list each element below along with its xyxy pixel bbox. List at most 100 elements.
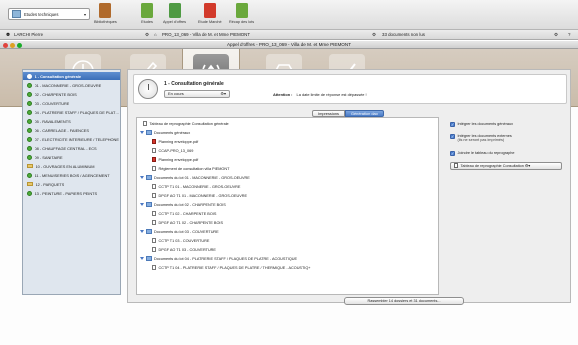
- sidebar-item-lot-12[interactable]: 12 - PARQUETS: [23, 180, 120, 188]
- document-icon: [152, 238, 156, 244]
- checkbox-checked-icon[interactable]: ✓: [450, 151, 455, 156]
- folder-icon: [146, 130, 152, 135]
- tree-row[interactable]: Règlement de consultation villa PIEMONT: [152, 165, 229, 172]
- documents-unread[interactable]: 33 documents non lus: [382, 32, 425, 37]
- status-dot-icon: [27, 82, 32, 88]
- sidebar-item-lot-10[interactable]: 10 - OUVRAGES EN ALUMINIUM: [23, 162, 120, 170]
- folder-icon: [146, 256, 152, 261]
- settings-icon[interactable]: ⚙: [372, 32, 376, 38]
- disclosure-triangle-icon[interactable]: [140, 230, 144, 234]
- option-joindre-tableau[interactable]: ✓ Joindre le tableau du reprographe: [450, 151, 515, 156]
- summary-icon: [235, 3, 248, 18]
- status-value: En cours: [168, 91, 184, 96]
- option-integrer-externes[interactable]: ✓ Intégrer les documents externes (ils n…: [450, 134, 512, 142]
- launcher-etudes[interactable]: Etudes: [141, 3, 153, 24]
- sidebar-item-lot-04[interactable]: 04 - PLATRERIE STAFF / PLAQUES DE PLATRE: [23, 108, 120, 116]
- disclosure-triangle-icon[interactable]: [140, 131, 144, 135]
- gear-icon[interactable]: ⚙: [554, 32, 558, 38]
- user-name[interactable]: LARCHI Pierre: [14, 32, 43, 37]
- documents-tree: Tableau de reprographie Consultation gén…: [136, 117, 439, 295]
- status-select[interactable]: En cours ⚙▾: [164, 90, 230, 98]
- tree-row[interactable]: Tableau de reprographie Consultation gén…: [143, 120, 229, 127]
- disclosure-triangle-icon[interactable]: [140, 176, 144, 180]
- option-label: Intégrer les documents généraux: [457, 122, 514, 126]
- status-dot-icon: [27, 100, 32, 106]
- sidebar-item-lot-07[interactable]: 07 - ELECTRICITE INTERIEURE / TELEPHONE: [23, 135, 120, 143]
- attention-label: Attention :: [273, 92, 293, 97]
- disclosure-triangle-icon[interactable]: [140, 203, 144, 207]
- folder-icon: [27, 181, 33, 187]
- tree-row[interactable]: CCTP T1 03 - COUVERTURE: [152, 237, 209, 244]
- status-dot-icon: [27, 73, 32, 79]
- sidebar-item-label: 13 - PEINTURE - PAPIERS PEINTS: [34, 190, 98, 196]
- launcher-recap-lots[interactable]: Récap des lots: [229, 3, 254, 24]
- sidebar-item-label: 04 - PLATRERIE STAFF / PLAQUES DE PLATRE: [34, 109, 121, 115]
- rassembler-button[interactable]: Rassembler 14 dossiers et 31 documents..…: [344, 297, 464, 305]
- lots-sidebar: 1 - Consultation générale 01 - MACONNERI…: [22, 69, 121, 295]
- sidebar-item-lot-02[interactable]: 02 - CHARPENTE BOIS: [23, 90, 120, 98]
- sidebar-item-lot-09[interactable]: 09 - SANITAIRE: [23, 153, 120, 161]
- project-name[interactable]: PRO_13_069 - Villa de M. et Mme PIEMONT: [162, 32, 250, 37]
- sidebar-item-lot-05[interactable]: 05 - RAVALEMENTS: [23, 117, 120, 125]
- document-icon: [454, 163, 458, 168]
- launcher-label: Appel d'offres: [163, 20, 187, 24]
- segment-impressions[interactable]: Impressions: [312, 110, 345, 117]
- screen: Etudes techniques ▾ Bibliothèques Etudes…: [0, 0, 578, 345]
- tableau-reprographie-select[interactable]: Tableau de reprographie Consultation ⚙▾: [450, 162, 562, 170]
- gear-icon[interactable]: ⚙: [145, 32, 149, 38]
- sidebar-item-lot-13[interactable]: 13 - PEINTURE - PAPIERS PEINTS: [23, 189, 120, 197]
- tree-row[interactable]: DPGF AO T1 03 - COUVERTURE: [152, 246, 216, 253]
- launcher-appel-offres[interactable]: Appel d'offres: [163, 3, 186, 24]
- disclosure-triangle-icon[interactable]: [140, 257, 144, 261]
- tree-row[interactable]: Documents du lot 04 - PLATRERIE STAFF / …: [140, 255, 297, 262]
- sidebar-item-lot-03[interactable]: 03 - COUVERTURE: [23, 99, 120, 107]
- folder-icon: [146, 175, 152, 180]
- tree-row[interactable]: Documents généraux: [140, 129, 190, 136]
- chevron-down-icon: ⚙▾: [524, 164, 531, 168]
- tree-row[interactable]: Documents du lot 03 - COUVERTURE: [140, 228, 219, 235]
- tree-row[interactable]: DPGF AO T1 01 - MACONNERIE - GROS-OEUVRE: [152, 192, 247, 199]
- tree-row[interactable]: Planning enveloppe.pdf: [152, 156, 198, 163]
- megaphone-icon: [168, 3, 181, 18]
- studies-selector[interactable]: Etudes techniques ▾: [8, 8, 90, 20]
- segment-generation-dao[interactable]: Génération dao: [344, 110, 384, 117]
- tree-row[interactable]: CCTP T1 04 - PLATRERIE STAFF / PLAQUES D…: [152, 264, 311, 271]
- mode-segmented-control: Impressions Génération dao: [312, 110, 384, 117]
- maximize-icon[interactable]: [17, 42, 22, 48]
- folder-icon: [27, 163, 33, 169]
- document-icon: [152, 247, 156, 253]
- folder-icon: [146, 202, 152, 207]
- tree-row-label: CCAP-PRO_13_069: [158, 148, 194, 153]
- launcher-etude-marche[interactable]: Etude Marché: [198, 3, 222, 24]
- tree-row[interactable]: DPGF AO T1 02 - CHARPENTE BOIS: [152, 219, 223, 226]
- market-icon: [203, 3, 216, 18]
- status-dot-icon: [27, 172, 32, 178]
- tree-row-label: Documents du lot 01 - MACONNERIE - GROS-…: [154, 175, 250, 180]
- minimize-icon[interactable]: [10, 42, 15, 48]
- sidebar-item-label: 01 - MACONNERIE - GROS-OEUVRE: [34, 82, 102, 88]
- sidebar-item-consultation[interactable]: 1 - Consultation générale: [23, 72, 120, 80]
- tree-row[interactable]: Documents du lot 01 - MACONNERIE - GROS-…: [140, 174, 250, 181]
- sidebar-item-lot-06[interactable]: 06 - CARRELAGE - FAIENCES: [23, 126, 120, 134]
- window-controls: [3, 42, 22, 48]
- user-icon: ⚉: [6, 32, 10, 37]
- sidebar-item-lot-08[interactable]: 08 - CHAUFFAGE CENTRAL - ECS: [23, 144, 120, 152]
- tree-row[interactable]: Planning enveloppe.pdf: [152, 138, 198, 145]
- tree-row[interactable]: Documents du lot 02 - CHARPENTE BOIS: [140, 201, 226, 208]
- folder-icon: [12, 10, 21, 18]
- help-icon[interactable]: ?: [568, 32, 570, 37]
- checkbox-checked-icon[interactable]: ✓: [450, 134, 455, 139]
- close-icon[interactable]: [3, 42, 8, 48]
- studies-selector-label: Etudes techniques: [24, 11, 59, 17]
- checkbox-checked-icon[interactable]: ✓: [450, 122, 455, 127]
- tree-row[interactable]: CCTP T1 01 - MACONNERIE - GROS-OEUVRE: [152, 183, 240, 190]
- tree-row[interactable]: CCTP T1 02 - CHARPENTE BOIS: [152, 210, 216, 217]
- option-integrer-generaux[interactable]: ✓ Intégrer les documents généraux: [450, 122, 513, 127]
- sidebar-item-label: 06 - CARRELAGE - FAIENCES: [34, 127, 89, 133]
- launcher-bibliotheques[interactable]: Bibliothèques: [94, 3, 117, 24]
- tree-row[interactable]: CCAP-PRO_13_069: [152, 147, 193, 154]
- sidebar-item-lot-11[interactable]: 11 - MENUISERIES BOIS / AGENCEMENT: [23, 171, 120, 179]
- consultation-header: 1 - Consultation générale En cours ⚙▾ At…: [133, 74, 567, 104]
- status-dot-icon: [27, 91, 32, 97]
- sidebar-item-lot-01[interactable]: 01 - MACONNERIE - GROS-OEUVRE: [23, 81, 120, 89]
